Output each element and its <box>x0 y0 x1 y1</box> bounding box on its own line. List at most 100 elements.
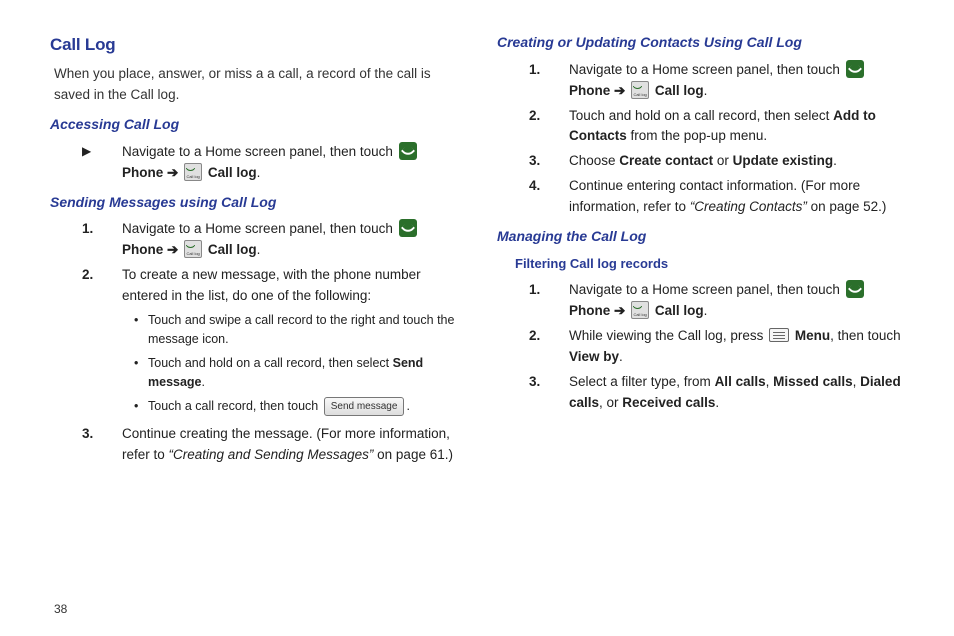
text: Touch and swipe a call record to the rig… <box>148 311 457 350</box>
step-number: 1. <box>50 219 112 261</box>
text: Navigate to a Home screen panel, then to… <box>122 144 397 159</box>
period: . <box>406 399 409 413</box>
accessing-step: ▶ Navigate to a Home screen panel, then … <box>50 142 457 184</box>
bold-text: Update existing <box>733 153 834 168</box>
intro-text: When you place, answer, or miss a a call… <box>54 64 457 106</box>
step-text: Navigate to a Home screen panel, then to… <box>559 60 904 102</box>
sending-step-1: 1. Navigate to a Home screen panel, then… <box>50 219 457 261</box>
creating-step-4: 4. Continue entering contact information… <box>497 176 904 218</box>
heading-accessing: Accessing Call Log <box>50 114 457 136</box>
arrow-icon: ➔ <box>167 165 178 180</box>
filtering-step-2: 2. While viewing the Call log, press Men… <box>497 326 904 368</box>
bullet-1: Touch and swipe a call record to the rig… <box>134 311 457 350</box>
menu-label: Menu <box>795 328 830 343</box>
text: Navigate to a Home screen panel, then to… <box>569 282 844 297</box>
period: . <box>257 242 261 257</box>
bullet-content: Touch a call record, then touch Send mes… <box>148 397 410 417</box>
bullet-3: Touch a call record, then touch Send mes… <box>134 397 457 417</box>
text: from the pop-up menu. <box>627 128 767 143</box>
sending-step-2: 2. To create a new message, with the pho… <box>50 265 457 420</box>
step-number: 2. <box>50 265 112 420</box>
phone-label: Phone <box>569 303 610 318</box>
bullet-content: Touch and hold on a call record, then se… <box>148 354 457 393</box>
phone-label: Phone <box>122 165 163 180</box>
sending-steps: 1. Navigate to a Home screen panel, then… <box>50 219 457 466</box>
text: Touch and hold on a call record, then se… <box>569 108 833 123</box>
calllog-label: Call log <box>655 303 704 318</box>
heading-call-log: Call Log <box>50 32 457 58</box>
step-text: Choose Create contact or Update existing… <box>559 151 904 172</box>
creating-step-2: 2. Touch and hold on a call record, then… <box>497 106 904 148</box>
step-text: Select a filter type, from All calls, Mi… <box>559 372 904 414</box>
step-number: 3. <box>497 372 559 414</box>
phone-label: Phone <box>569 83 610 98</box>
step-number: 2. <box>497 106 559 148</box>
text: To create a new message, with the phone … <box>122 267 421 303</box>
heading-filtering: Filtering Call log records <box>515 254 904 274</box>
phone-icon <box>399 219 417 237</box>
text: Choose <box>569 153 619 168</box>
step-number: 3. <box>497 151 559 172</box>
calllog-icon <box>631 81 649 99</box>
step-number: 1. <box>497 280 559 322</box>
text: , or <box>599 395 622 410</box>
step-number: 2. <box>497 326 559 368</box>
right-column: Creating or Updating Contacts Using Call… <box>497 32 904 472</box>
left-column: Call Log When you place, answer, or miss… <box>50 32 457 472</box>
heading-managing: Managing the Call Log <box>497 226 904 248</box>
period: . <box>704 303 708 318</box>
step-text: Continue creating the message. (For more… <box>112 424 457 466</box>
step-number: 3. <box>50 424 112 466</box>
step-text: Touch and hold on a call record, then se… <box>559 106 904 148</box>
text: Touch a call record, then touch <box>148 399 322 413</box>
bold-text: Missed calls <box>773 374 853 389</box>
text: Navigate to a Home screen panel, then to… <box>569 62 844 77</box>
bold-text: All calls <box>715 374 766 389</box>
arrow-icon: ➔ <box>614 303 625 318</box>
phone-icon <box>399 142 417 160</box>
creating-step-1: 1. Navigate to a Home screen panel, then… <box>497 60 904 102</box>
text: While viewing the Call log, press <box>569 328 767 343</box>
heading-creating: Creating or Updating Contacts Using Call… <box>497 32 904 54</box>
bullet-2: Touch and hold on a call record, then se… <box>134 354 457 393</box>
filtering-step-3: 3. Select a filter type, from All calls,… <box>497 372 904 414</box>
phone-label: Phone <box>122 242 163 257</box>
page: Call Log When you place, answer, or miss… <box>0 0 954 636</box>
two-column-layout: Call Log When you place, answer, or miss… <box>0 0 954 482</box>
send-message-button-image: Send message <box>324 397 405 417</box>
text: or <box>713 153 733 168</box>
calllog-label: Call log <box>208 165 257 180</box>
pointer-icon: ▶ <box>50 142 112 184</box>
text: on page 52.) <box>807 199 887 214</box>
period: . <box>257 165 261 180</box>
ref-text: “Creating Contacts” <box>690 199 807 214</box>
calllog-icon <box>631 301 649 319</box>
step-text: To create a new message, with the phone … <box>112 265 457 420</box>
heading-sending: Sending Messages using Call Log <box>50 192 457 214</box>
ref-text: “Creating and Sending Messages” <box>169 447 374 462</box>
calllog-icon <box>184 163 202 181</box>
filtering-step-1: 1. Navigate to a Home screen panel, then… <box>497 280 904 322</box>
step-text: Navigate to a Home screen panel, then to… <box>559 280 904 322</box>
menu-icon <box>769 328 789 342</box>
arrow-icon: ➔ <box>614 83 625 98</box>
creating-step-3: 3. Choose Create contact or Update exist… <box>497 151 904 172</box>
step-text: While viewing the Call log, press Menu, … <box>559 326 904 368</box>
calllog-label: Call log <box>655 83 704 98</box>
step-text: Continue entering contact information. (… <box>559 176 904 218</box>
text: Navigate to a Home screen panel, then to… <box>122 221 397 236</box>
sending-step-3: 3. Continue creating the message. (For m… <box>50 424 457 466</box>
text: , then touch <box>830 328 901 343</box>
period: . <box>619 349 623 364</box>
calllog-label: Call log <box>208 242 257 257</box>
filtering-steps: 1. Navigate to a Home screen panel, then… <box>497 280 904 414</box>
step-text: Navigate to a Home screen panel, then to… <box>112 219 457 261</box>
period: . <box>704 83 708 98</box>
phone-icon <box>846 60 864 78</box>
bold-text: View by <box>569 349 619 364</box>
phone-icon <box>846 280 864 298</box>
period: . <box>715 395 719 410</box>
period: . <box>833 153 837 168</box>
creating-steps: 1. Navigate to a Home screen panel, then… <box>497 60 904 218</box>
bold-text: Received calls <box>622 395 715 410</box>
